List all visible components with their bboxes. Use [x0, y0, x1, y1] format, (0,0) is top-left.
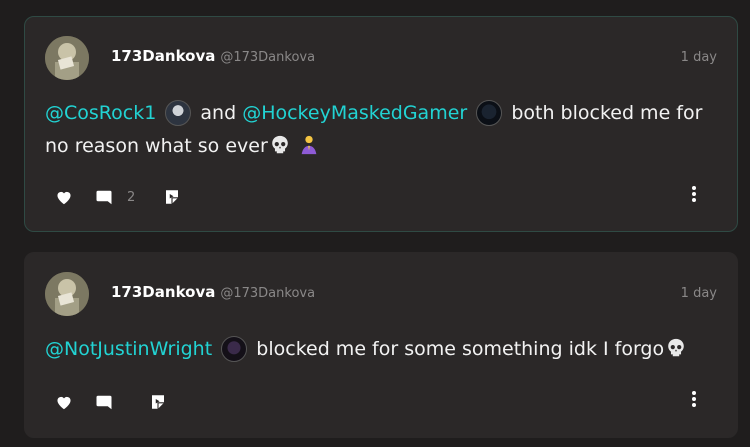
more-options-button[interactable] [691, 390, 697, 412]
post-body: @CosRock1 and @HockeyMaskedGamer both bl… [45, 97, 713, 163]
post-actions [55, 390, 707, 414]
share-icon [152, 395, 164, 409]
share-icon [166, 190, 179, 204]
more-options-button[interactable] [691, 185, 697, 207]
post-time: 1 day [680, 50, 717, 65]
mention-avatar[interactable] [476, 100, 503, 126]
praying-emoji [301, 135, 317, 155]
heart-icon [57, 191, 71, 205]
comment-button[interactable]: 2 [95, 189, 135, 206]
comment-count: 2 [127, 189, 136, 205]
post-card[interactable]: 173Dankova @173Dankova 1 day @NotJustinW… [24, 252, 738, 438]
more-icon [692, 391, 696, 407]
more-icon [692, 186, 696, 202]
post-card[interactable]: 173Dankova @173Dankova 1 day @CosRock1 a… [24, 16, 738, 232]
skull-emoji [668, 338, 684, 357]
post-time: 1 day [680, 286, 717, 301]
body-text: and [200, 102, 237, 124]
author-handle[interactable]: @173Dankova [220, 286, 315, 301]
mention-avatar[interactable] [221, 336, 248, 362]
skull-emoji [271, 135, 288, 154]
mention-link[interactable]: @HockeyMaskedGamer [242, 102, 467, 124]
mention-link[interactable]: @CosRock1 [45, 102, 156, 124]
post-actions: 2 [55, 185, 707, 209]
author-name[interactable]: 173Dankova [111, 283, 215, 301]
post-header: 173Dankova @173Dankova [111, 47, 315, 65]
like-button[interactable] [55, 394, 73, 410]
mention-link[interactable]: @NotJustinWright [45, 338, 212, 360]
post-body: @NotJustinWright blocked me for some som… [45, 333, 713, 366]
heart-icon [57, 396, 71, 410]
mention-avatar[interactable] [165, 100, 192, 126]
comment-button[interactable] [95, 394, 127, 411]
post-header: 173Dankova @173Dankova [111, 283, 315, 301]
comment-icon [96, 190, 112, 204]
avatar[interactable] [45, 272, 89, 316]
like-button[interactable] [55, 189, 73, 205]
share-button[interactable] [149, 393, 167, 411]
share-button[interactable] [163, 188, 181, 206]
author-handle[interactable]: @173Dankova [220, 50, 315, 65]
avatar[interactable] [45, 36, 89, 80]
body-text: blocked me for some something idk I forg… [256, 338, 665, 360]
comment-icon [96, 395, 112, 409]
author-name[interactable]: 173Dankova [111, 47, 215, 65]
